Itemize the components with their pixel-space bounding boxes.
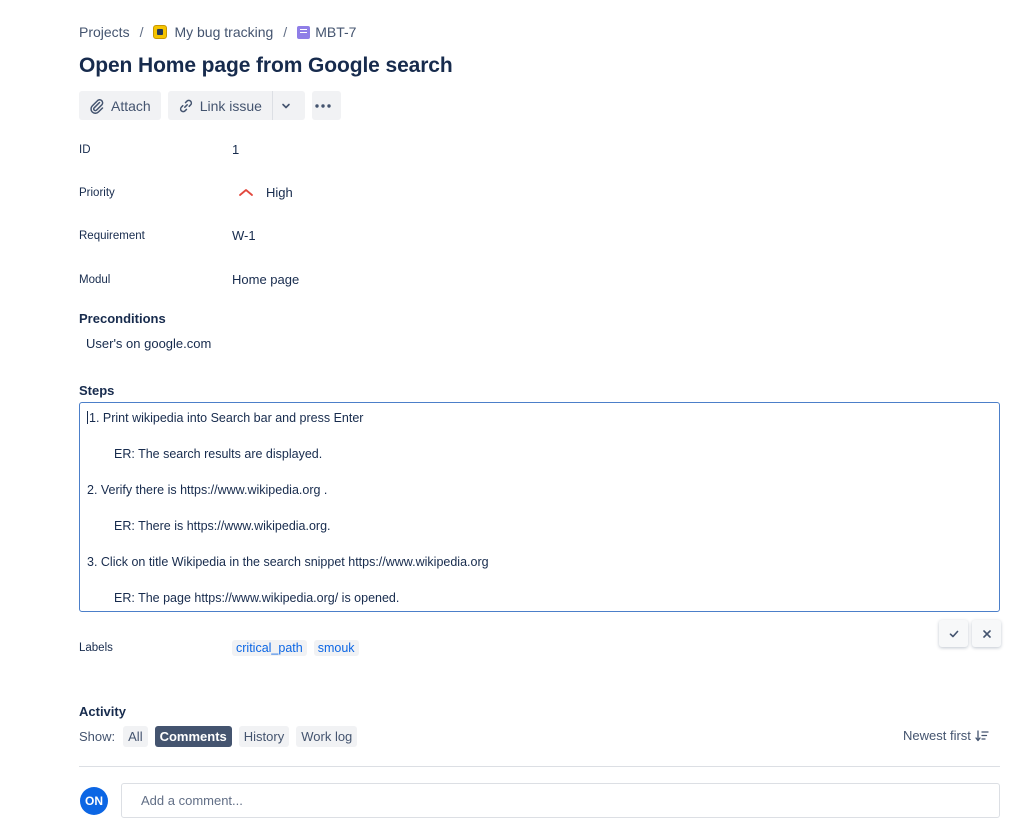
step-line: 3. Click on title Wikipedia in the searc… [87,555,489,569]
field-id-label: ID [79,143,91,156]
attach-button[interactable]: Attach [79,91,161,120]
step-line: 2. Verify there is https://www.wikipedia… [87,483,328,497]
link-issue-dropdown-button[interactable] [271,91,305,120]
field-modul-value[interactable]: Home page [232,272,299,287]
filter-comments-button[interactable]: Comments [154,726,232,747]
filter-history-button[interactable]: History [238,726,290,747]
field-id: ID 1 [79,142,239,157]
link-icon [179,99,192,112]
breadcrumb-project-label: My bug tracking [174,24,274,40]
edit-actions [939,620,1005,647]
cancel-button[interactable] [972,620,1001,647]
field-requirement: Requirement W-1 [79,228,256,243]
preconditions-heading: Preconditions [79,311,166,326]
step-line: ER: The search results are displayed. [114,447,323,461]
field-labels: Labels critical_path smouk [79,640,366,656]
activity-filter-bar: Show: All Comments History Work log [79,726,364,747]
link-issue-split-button: Link issue [167,91,305,120]
text-caret [87,411,88,424]
link-issue-button[interactable]: Link issue [167,91,272,120]
confirm-button[interactable] [939,620,968,647]
filter-worklog-button[interactable]: Work log [296,726,358,747]
field-requirement-value[interactable]: W-1 [232,228,256,243]
more-actions-button[interactable] [311,91,341,120]
close-icon [982,629,991,638]
project-avatar-icon [153,25,168,39]
field-priority: Priority High [79,185,293,200]
chevron-down-icon [282,103,290,108]
breadcrumb-separator: / [139,24,144,40]
filter-all-button[interactable]: All [123,726,148,747]
activity-heading: Activity [79,704,126,719]
field-modul: Modul Home page [79,272,299,287]
label-chip[interactable]: smouk [313,640,359,656]
preconditions-text[interactable]: User's on google.com [86,336,211,351]
breadcrumb-projects-link[interactable]: Projects [79,24,130,40]
breadcrumb-project-link[interactable]: My bug tracking [153,24,273,40]
breadcrumb-issue-key: MBT-7 [315,24,357,40]
field-modul-label: Modul [79,273,111,286]
check-icon [949,630,958,637]
field-id-value[interactable]: 1 [232,142,239,157]
step-line: ER: The page https://www.wikipedia.org/ … [114,591,400,605]
issue-title[interactable]: Open Home page from Google search [79,54,453,78]
field-requirement-label: Requirement [79,229,145,242]
issue-toolbar: Attach Link issue [79,91,348,120]
step-line: 1. Print wikipedia into Search bar and p… [87,411,992,447]
step-line: ER: There is https://www.wikipedia.org. [114,519,331,533]
breadcrumb-separator: / [283,24,288,40]
sort-order-button[interactable]: Newest first [903,728,989,743]
issue-type-icon [297,25,311,39]
more-dots-icon [315,103,332,108]
steps-heading: Steps [79,383,115,398]
sort-descending-icon [975,729,989,741]
breadcrumb-issue-link[interactable]: MBT-7 [297,24,356,40]
comment-input[interactable]: Add a comment... [121,783,1000,818]
avatar[interactable]: ON [80,787,108,815]
show-label: Show: [79,729,116,744]
step-text: 1. Print wikipedia into Search bar and p… [89,411,364,425]
field-labels-label: Labels [79,642,113,654]
breadcrumb: Projects / My bug tracking / MBT-7 [79,24,356,40]
paperclip-icon [90,98,104,114]
steps-editor[interactable]: 1. Print wikipedia into Search bar and p… [79,402,1000,612]
label-chip[interactable]: critical_path [232,640,307,656]
attach-label: Attach [111,97,151,114]
field-priority-text: High [266,185,293,200]
link-issue-label: Link issue [199,97,262,114]
activity-divider [79,766,1000,767]
priority-high-icon [239,188,253,196]
field-priority-label: Priority [79,186,115,199]
sort-order-label: Newest first [903,728,971,743]
field-priority-value[interactable]: High [232,185,293,200]
